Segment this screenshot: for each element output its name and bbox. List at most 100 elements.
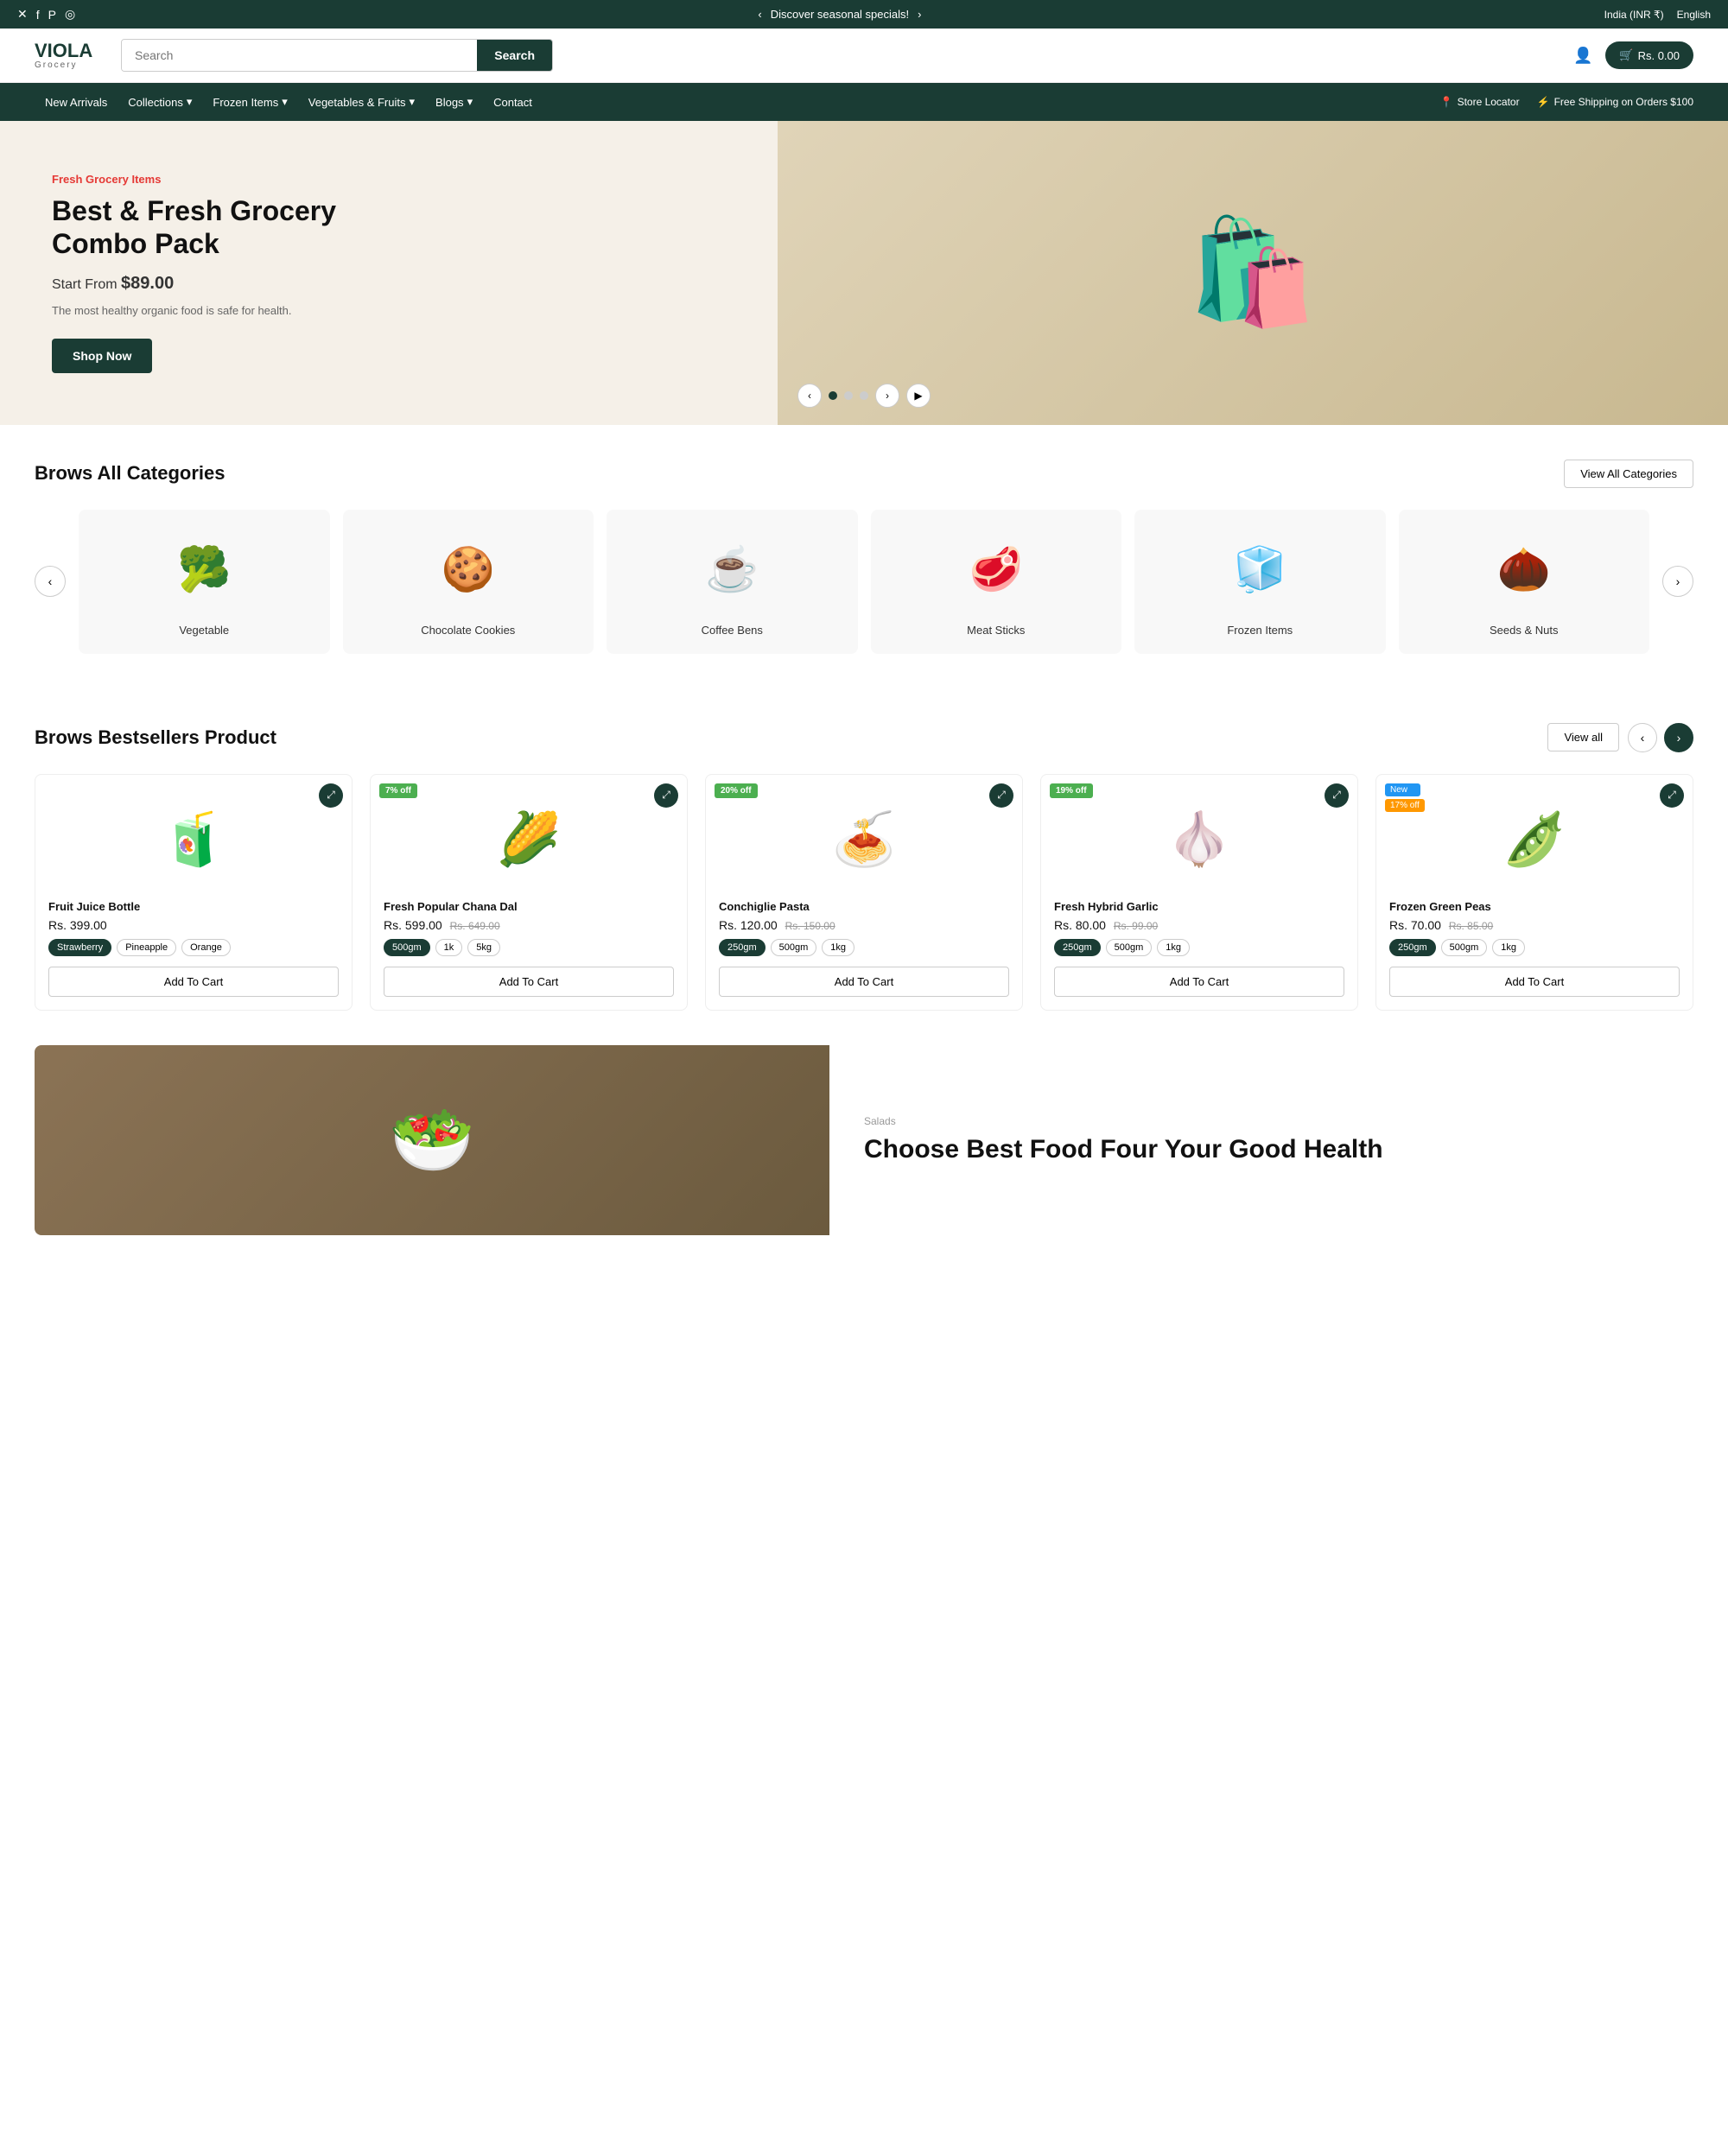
product-chana-add-to-cart[interactable]: Add To Cart — [384, 967, 674, 997]
variant-1kg-g[interactable]: 1kg — [1157, 939, 1190, 956]
category-seeds[interactable]: 🌰 Seeds & Nuts — [1399, 510, 1650, 654]
language-selector[interactable]: English — [1677, 9, 1711, 21]
product-garlic-image: 🧄 — [1054, 788, 1344, 891]
nav-item-frozen[interactable]: Frozen Items ▾ — [202, 83, 297, 121]
variant-500gm[interactable]: 500gm — [384, 939, 430, 956]
product-chana-image: 🌽 — [384, 788, 674, 891]
store-locator[interactable]: 📍 Store Locator — [1440, 96, 1520, 108]
hero-play[interactable]: ▶ — [906, 384, 931, 408]
variant-500gm-g[interactable]: 500gm — [1106, 939, 1153, 956]
bestsellers-next[interactable]: › — [1664, 723, 1693, 752]
nav-item-new-arrivals[interactable]: New Arrivals — [35, 84, 118, 121]
hero-dot-1[interactable] — [829, 391, 837, 400]
hero-prev[interactable]: ‹ — [797, 384, 822, 408]
bestsellers-title: Brows Bestsellers Product — [35, 726, 276, 749]
cart-button[interactable]: 🛒 Rs. 0.00 — [1605, 41, 1693, 69]
category-cookies[interactable]: 🍪 Chocolate Cookies — [343, 510, 594, 654]
view-all-categories-button[interactable]: View All Categories — [1564, 460, 1693, 488]
shop-now-button[interactable]: Shop Now — [52, 339, 152, 373]
location-icon: 📍 — [1440, 96, 1453, 108]
category-coffee-label: Coffee Bens — [615, 624, 849, 637]
category-vegetable-image: 🥦 — [87, 527, 321, 613]
category-coffee-image: ☕ — [615, 527, 849, 613]
product-juice-image: 🧃 — [48, 788, 339, 891]
hero-image: 🛍️ — [778, 121, 1728, 425]
cart-amount: Rs. 0.00 — [1638, 49, 1680, 62]
product-chana-expand[interactable]: ⤢ — [654, 783, 678, 808]
variant-250gm-g[interactable]: 250gm — [1054, 939, 1101, 956]
product-pasta-current-price: Rs. 120.00 — [719, 918, 778, 932]
hero-dot-3[interactable] — [860, 391, 868, 400]
search-button[interactable]: Search — [477, 40, 552, 71]
product-juice-variants: Strawberry Pineapple Orange — [48, 939, 339, 956]
variant-5kg[interactable]: 5kg — [467, 939, 500, 956]
variant-pineapple[interactable]: Pineapple — [117, 939, 176, 956]
region-selector[interactable]: India (INR ₹) — [1604, 9, 1664, 21]
categories-header: Brows All Categories View All Categories — [35, 460, 1693, 488]
main-nav: New Arrivals Collections ▾ Frozen Items … — [0, 83, 1728, 121]
pinterest-icon[interactable]: P — [48, 8, 56, 22]
variant-250gm[interactable]: 250gm — [719, 939, 766, 956]
categories-prev[interactable]: ‹ — [35, 566, 66, 597]
bestsellers-nav: ‹ › — [1628, 723, 1693, 752]
view-all-bestsellers-button[interactable]: View all — [1547, 723, 1619, 751]
announcement-next[interactable]: › — [918, 8, 921, 21]
free-shipping[interactable]: ⚡ Free Shipping on Orders $100 — [1537, 96, 1693, 108]
product-pasta: 20% off ⤢ 🍝 Conchiglie Pasta Rs. 120.00 … — [705, 774, 1023, 1011]
variant-strawberry[interactable]: Strawberry — [48, 939, 111, 956]
nav-label-collections: Collections — [128, 96, 183, 109]
logo-sub: Grocery — [35, 60, 104, 70]
product-garlic-add-to-cart[interactable]: Add To Cart — [1054, 967, 1344, 997]
nav-right: 📍 Store Locator ⚡ Free Shipping on Order… — [1440, 96, 1693, 108]
nav-item-contact[interactable]: Contact — [483, 84, 543, 121]
categories-next[interactable]: › — [1662, 566, 1693, 597]
product-juice-name: Fruit Juice Bottle — [48, 900, 339, 913]
promo-tag: Salads — [864, 1115, 1659, 1127]
search-input[interactable] — [122, 40, 477, 71]
category-vegetable[interactable]: 🥦 Vegetable — [79, 510, 330, 654]
product-juice-add-to-cart[interactable]: Add To Cart — [48, 967, 339, 997]
product-peas-expand[interactable]: ⤢ — [1660, 783, 1684, 808]
product-peas-name: Frozen Green Peas — [1389, 900, 1680, 913]
categories-section: Brows All Categories View All Categories… — [0, 425, 1728, 688]
variant-500gm-p[interactable]: 500gm — [1441, 939, 1488, 956]
nav-item-vegetables[interactable]: Vegetables & Fruits ▾ — [298, 83, 425, 121]
product-garlic-badge: 19% off — [1050, 783, 1093, 798]
variant-250gm-p[interactable]: 250gm — [1389, 939, 1436, 956]
announcement-prev[interactable]: ‹ — [758, 8, 761, 21]
account-icon[interactable]: 👤 — [1573, 47, 1592, 65]
logo[interactable]: VIOLA Grocery — [35, 41, 104, 70]
instagram-icon[interactable]: ◎ — [65, 7, 75, 22]
frozen-chevron: ▾ — [282, 95, 288, 109]
product-peas-new-badge: New — [1385, 783, 1420, 796]
social-icons: ✕ f P ◎ — [17, 7, 75, 22]
twitter-icon[interactable]: ✕ — [17, 7, 28, 22]
bestsellers-prev[interactable]: ‹ — [1628, 723, 1657, 752]
product-pasta-expand[interactable]: ⤢ — [989, 783, 1013, 808]
product-chana-badge: 7% off — [379, 783, 417, 798]
vegetables-chevron: ▾ — [410, 95, 416, 109]
variant-500gm-2[interactable]: 500gm — [771, 939, 817, 956]
nav-item-collections[interactable]: Collections ▾ — [118, 83, 202, 121]
product-chana-name: Fresh Popular Chana Dal — [384, 900, 674, 913]
bestsellers-section: Brows Bestsellers Product View all ‹ › ⤢… — [0, 688, 1728, 1045]
facebook-icon[interactable]: f — [36, 8, 40, 22]
hero-next[interactable]: › — [875, 384, 899, 408]
variant-orange[interactable]: Orange — [181, 939, 231, 956]
category-coffee[interactable]: ☕ Coffee Bens — [607, 510, 858, 654]
category-meat[interactable]: 🥩 Meat Sticks — [871, 510, 1122, 654]
category-frozen[interactable]: 🧊 Frozen Items — [1134, 510, 1386, 654]
product-peas-add-to-cart[interactable]: Add To Cart — [1389, 967, 1680, 997]
product-juice-expand[interactable]: ⤢ — [319, 783, 343, 808]
announcement-nav: ‹ Discover seasonal specials! › — [758, 8, 921, 21]
variant-1kg-p[interactable]: 1kg — [1492, 939, 1525, 956]
category-vegetable-label: Vegetable — [87, 624, 321, 637]
hero-dot-2[interactable] — [844, 391, 853, 400]
nav-item-blogs[interactable]: Blogs ▾ — [425, 83, 483, 121]
variant-1kg[interactable]: 1kg — [822, 939, 854, 956]
product-garlic-expand[interactable]: ⤢ — [1325, 783, 1349, 808]
variant-1k[interactable]: 1k — [435, 939, 463, 956]
announcement-right: India (INR ₹) English — [1604, 9, 1711, 21]
product-pasta-add-to-cart[interactable]: Add To Cart — [719, 967, 1009, 997]
product-garlic-old-price: Rs. 99.00 — [1114, 920, 1158, 932]
